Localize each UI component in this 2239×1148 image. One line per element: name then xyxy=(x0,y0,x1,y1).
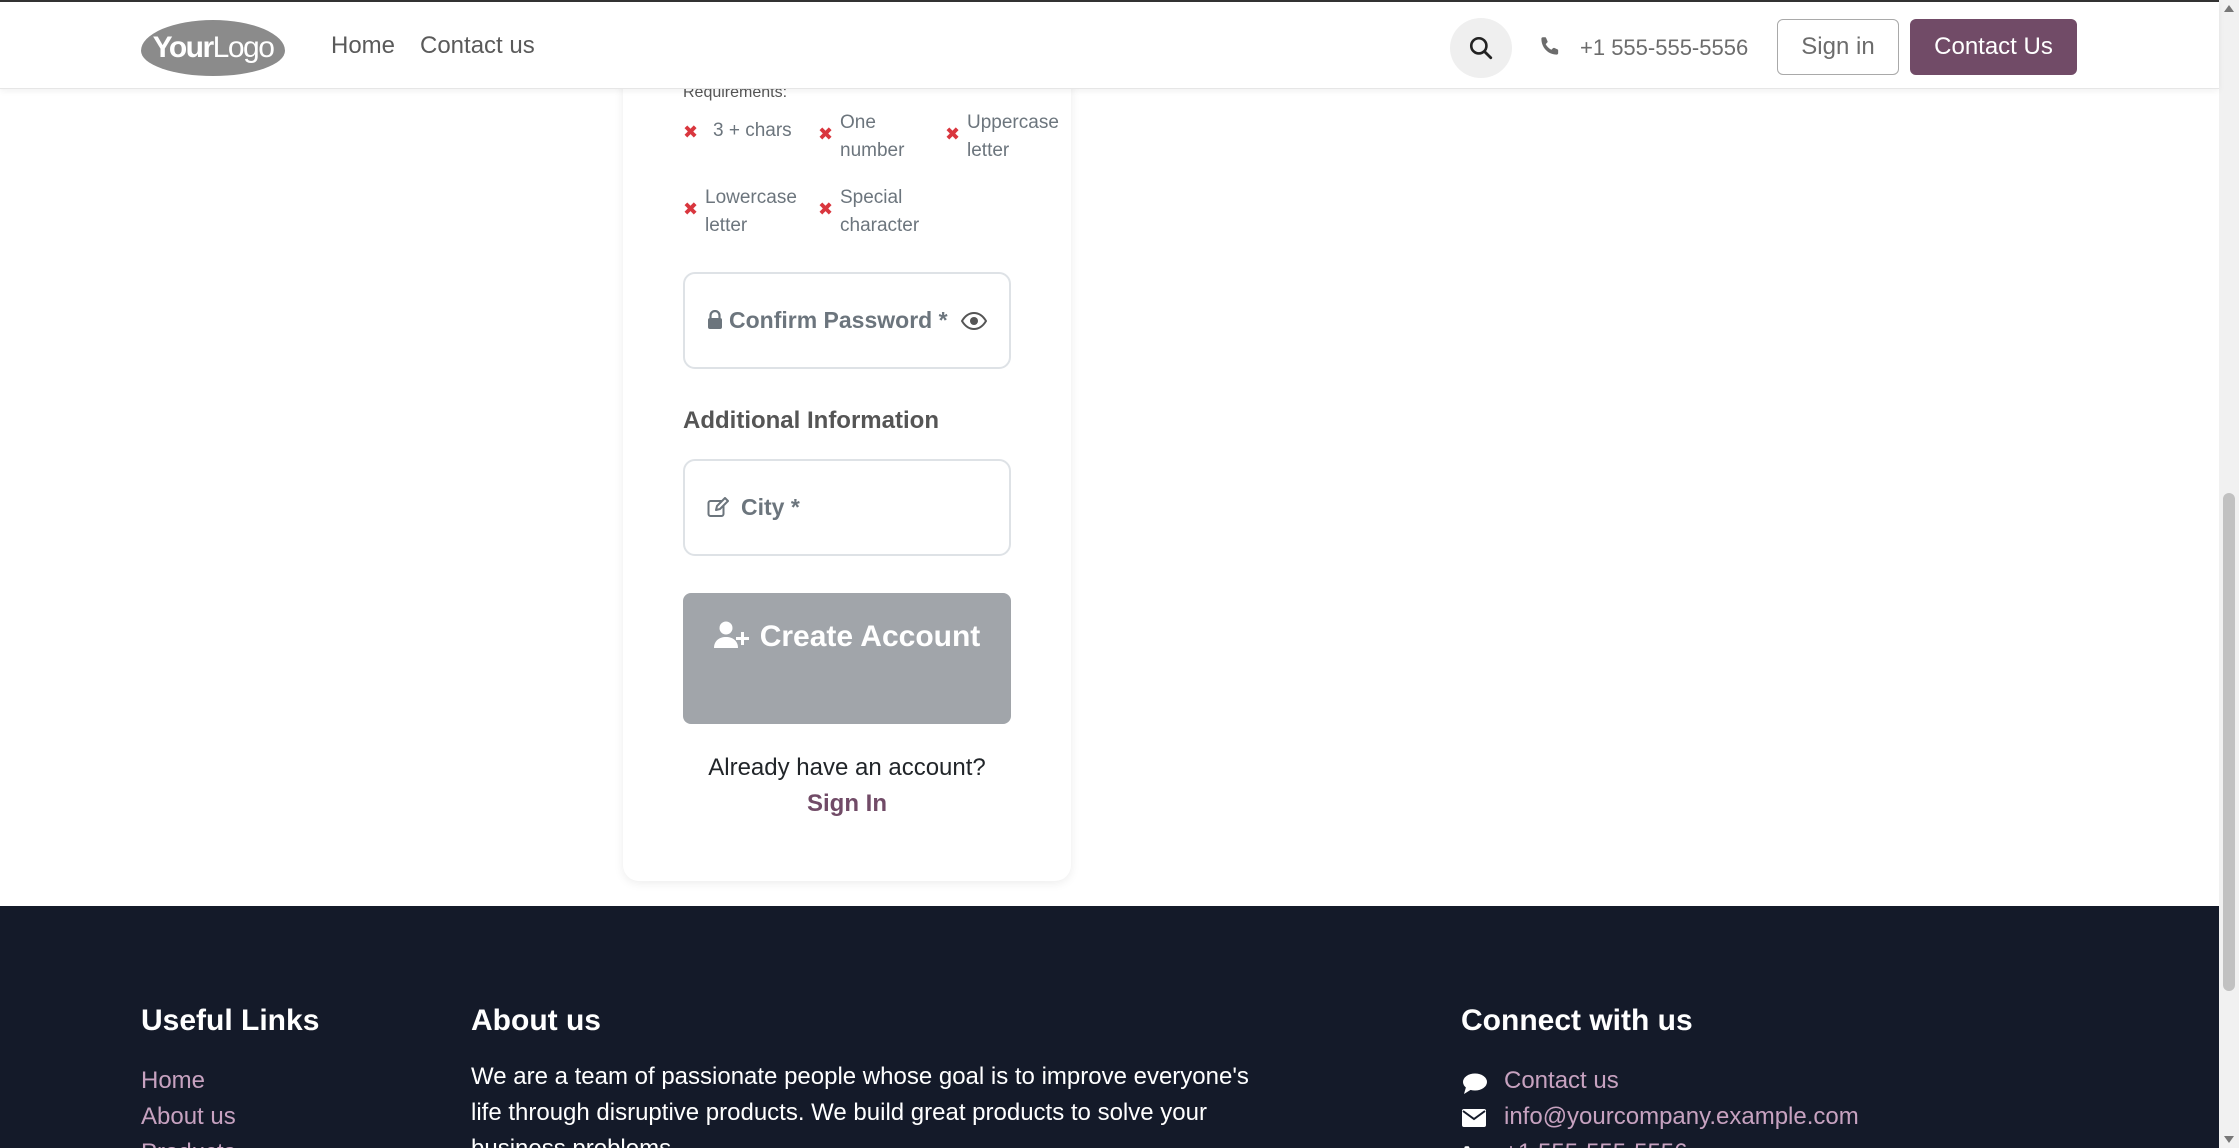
eye-icon[interactable] xyxy=(961,312,987,330)
requirement-label: 3 + chars xyxy=(713,120,792,141)
nav-home[interactable]: Home xyxy=(331,32,395,60)
footer-contact-us-link[interactable]: Contact us xyxy=(1504,1067,1619,1095)
create-account-button[interactable]: Create Account xyxy=(683,593,1011,724)
already-have-account-text: Already have an account? xyxy=(708,754,986,781)
requirement-label: Special character xyxy=(840,187,920,236)
contact-us-button[interactable]: Contact Us xyxy=(1910,19,2077,75)
footer-link-products[interactable]: Products xyxy=(141,1139,236,1148)
footer-phone-link[interactable]: +1 555-555-5556 xyxy=(1504,1139,1688,1148)
confirm-password-field[interactable]: Confirm Password * xyxy=(683,272,1011,369)
sign-in-button[interactable]: Sign in xyxy=(1777,19,1899,75)
scroll-thumb[interactable] xyxy=(2223,493,2235,991)
requirement-item: ✖ Special character xyxy=(818,184,940,240)
x-mark-icon: ✖ xyxy=(683,199,699,219)
company-logo[interactable]: Your Logo xyxy=(141,20,285,76)
about-us-title: About us xyxy=(471,1004,601,1037)
scroll-down-arrow-icon[interactable] xyxy=(2224,1136,2234,1143)
nav-contact-us[interactable]: Contact us xyxy=(420,32,535,60)
city-field[interactable]: City * xyxy=(683,459,1011,556)
requirement-item: ✖ One number xyxy=(818,109,920,165)
requirement-label: Uppercase letter xyxy=(967,112,1059,161)
sign-in-link[interactable]: Sign In xyxy=(807,790,887,817)
create-account-label: Create Account xyxy=(759,620,981,653)
scroll-up-arrow-icon[interactable] xyxy=(2224,5,2234,12)
requirement-item: ✖ Uppercase letter xyxy=(945,109,1067,165)
requirement-item: ✖ 3 + chars xyxy=(683,120,792,145)
lock-icon xyxy=(708,310,722,329)
x-mark-icon: ✖ xyxy=(945,124,961,144)
header-phone[interactable]: +1 555-555-5556 xyxy=(1580,35,1748,61)
footer-email-link[interactable]: info@yourcompany.example.com xyxy=(1504,1103,1859,1131)
already-have-account: Already have an account? Sign In xyxy=(683,750,1011,822)
footer-link-about-us[interactable]: About us xyxy=(141,1103,236,1131)
useful-links-title: Useful Links xyxy=(141,1004,320,1037)
site-header: Your Logo Home Contact us +1 555-555-5556… xyxy=(0,0,2219,89)
user-plus-icon xyxy=(713,621,749,648)
about-us-text: We are a team of passionate people whose… xyxy=(471,1063,1249,1148)
phone-icon xyxy=(1464,1146,1470,1148)
footer-link-home[interactable]: Home xyxy=(141,1067,205,1095)
page-scrollbar[interactable] xyxy=(2219,0,2239,1148)
logo-text-bold: Your xyxy=(152,31,215,64)
phone-icon xyxy=(1541,37,1559,55)
edit-icon xyxy=(707,497,729,517)
city-label: City * xyxy=(741,494,800,520)
connect-title: Connect with us xyxy=(1461,1004,1693,1037)
requirement-item: ✖ Lowercase letter xyxy=(683,184,805,240)
envelope-icon xyxy=(1462,1109,1486,1127)
requirement-label: Lowercase letter xyxy=(705,187,797,236)
x-mark-icon: ✖ xyxy=(818,124,834,144)
search-button[interactable] xyxy=(1450,18,1512,78)
comment-icon xyxy=(1463,1073,1487,1094)
search-icon xyxy=(1469,36,1493,60)
confirm-password-label: Confirm Password * xyxy=(729,307,948,333)
x-mark-icon: ✖ xyxy=(683,122,699,142)
requirement-label: One number xyxy=(840,112,905,161)
site-footer: Useful Links Home About us Products Abou… xyxy=(0,906,2219,1148)
additional-information-title: Additional Information xyxy=(683,407,939,434)
logo-text-light: Logo xyxy=(212,31,275,64)
x-mark-icon: ✖ xyxy=(818,199,834,219)
